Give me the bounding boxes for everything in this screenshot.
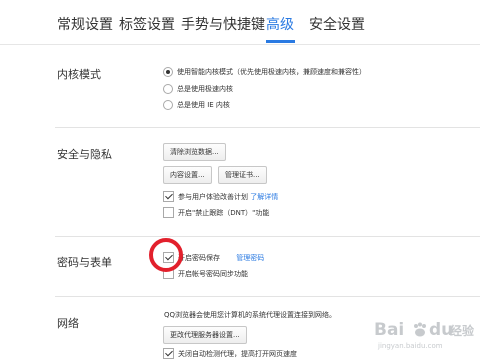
tab-advanced[interactable]: 高级 bbox=[266, 14, 294, 34]
tab-gestures-shortcuts[interactable]: 手势与快捷键 bbox=[181, 14, 265, 34]
watermark-url: jingyan.baidu.com bbox=[378, 342, 443, 350]
radio-button[interactable] bbox=[163, 100, 173, 110]
manage-certificates-button[interactable]: 管理证书... bbox=[218, 166, 267, 184]
watermark-sub: 经验 bbox=[450, 324, 475, 338]
section-divider bbox=[55, 127, 480, 128]
kernel-option-label: 总是使用 IE 内核 bbox=[177, 101, 230, 109]
watermark-brand: Bai bbox=[374, 320, 405, 340]
radio-button-selected[interactable] bbox=[163, 67, 173, 77]
radio-button[interactable] bbox=[163, 84, 173, 94]
tab-security[interactable]: 安全设置 bbox=[309, 14, 365, 34]
section-divider bbox=[55, 296, 480, 297]
section-label-network: 网络 bbox=[57, 317, 79, 330]
fast-open-label: 关闭自动检测代理，提高打开网页速度 bbox=[178, 350, 297, 358]
kernel-option-label: 使用智能内核模式（优先使用极速内核，兼顾速度和兼容性） bbox=[177, 68, 366, 76]
settings-tab-bar: 常规设置 标签设置 手势与快捷键 高级 安全设置 bbox=[0, 0, 480, 45]
section-label-passwords: 密码与表单 bbox=[57, 256, 112, 269]
content-settings-button[interactable]: 内容设置... bbox=[163, 166, 212, 184]
learn-more-link[interactable]: 了解详情 bbox=[250, 193, 278, 201]
change-proxy-button[interactable]: 更改代理服务器设置... bbox=[163, 326, 247, 344]
manage-passwords-link[interactable]: 管理密码 bbox=[236, 254, 264, 262]
kernel-option-label: 总是使用极速内核 bbox=[177, 85, 233, 93]
baidu-jingyan-watermark: Bai du 经验 jingyan.baidu.com bbox=[372, 320, 475, 354]
tab-general[interactable]: 常规设置 bbox=[57, 14, 113, 34]
section-label-kernel: 内核模式 bbox=[57, 68, 101, 81]
dnt-label: 开启"禁止跟踪（DNT）"功能 bbox=[178, 209, 270, 217]
experience-plan-label: 参与用户体验改善计划 bbox=[178, 193, 248, 201]
sync-passwords-label: 开启帐号密码同步功能 bbox=[178, 270, 248, 278]
proxy-description: QQ浏览器会使用您计算机的系统代理设置连接到网络。 bbox=[164, 311, 337, 319]
clear-browsing-data-button[interactable]: 清除浏览数据... bbox=[163, 143, 226, 161]
highlight-circle bbox=[149, 238, 183, 272]
tab-tabs[interactable]: 标签设置 bbox=[119, 14, 175, 34]
active-tab-indicator bbox=[266, 40, 295, 43]
checkbox-checked[interactable] bbox=[163, 348, 174, 359]
save-passwords-label: 开启密码保存 bbox=[178, 254, 220, 262]
checkbox[interactable] bbox=[163, 207, 174, 218]
section-label-privacy: 安全与隐私 bbox=[57, 148, 112, 161]
section-divider bbox=[55, 236, 480, 237]
checkbox-checked[interactable] bbox=[163, 191, 174, 202]
